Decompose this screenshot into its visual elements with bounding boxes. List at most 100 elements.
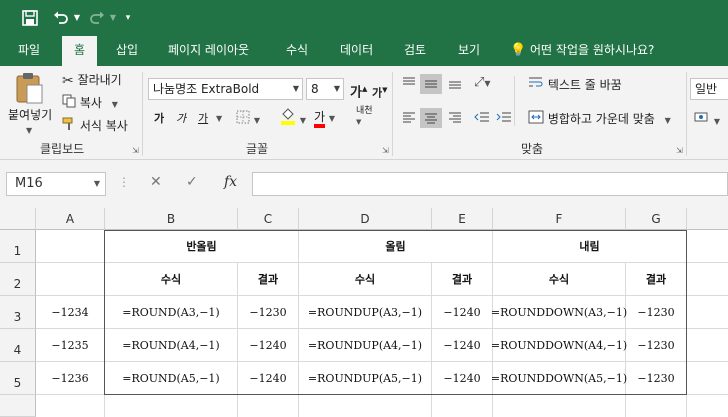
tab-page-layout[interactable]: 페이지 레이아웃 bbox=[168, 36, 249, 66]
cell-e4[interactable]: −1240 bbox=[432, 329, 492, 361]
save-icon[interactable] bbox=[18, 6, 42, 30]
alignment-launcher-icon[interactable]: ⇲ bbox=[676, 146, 683, 155]
cell-d5[interactable]: =ROUNDUP(A5,−1) bbox=[299, 362, 431, 394]
customize-quick-access-icon[interactable]: ▾ bbox=[122, 6, 134, 30]
decrease-indent-button[interactable] bbox=[474, 110, 490, 129]
align-top-button[interactable] bbox=[402, 76, 416, 95]
phonetic-guide-button[interactable]: 내천 ▼ bbox=[356, 106, 382, 128]
insert-function-button[interactable]: fx bbox=[224, 174, 237, 190]
align-right-button[interactable] bbox=[448, 110, 462, 129]
tab-formulas[interactable]: 수식 bbox=[286, 36, 308, 66]
align-bottom-button[interactable] bbox=[448, 76, 462, 95]
fill-color-button[interactable]: ▼ bbox=[280, 108, 306, 131]
tab-file[interactable]: 파일 bbox=[18, 36, 40, 66]
font-size-select[interactable]: 8 ▼ bbox=[306, 78, 344, 100]
name-box[interactable]: M16 ▼ bbox=[6, 172, 106, 196]
phonetic-glyph: 내천 bbox=[356, 106, 373, 116]
cell-f2[interactable]: 수식 bbox=[493, 263, 625, 295]
cell-d2[interactable]: 수식 bbox=[299, 263, 431, 295]
align-middle-button[interactable] bbox=[420, 74, 442, 94]
row-header-6[interactable] bbox=[0, 395, 36, 417]
copy-button[interactable]: 복사 ▼ bbox=[62, 94, 118, 114]
cell-b3[interactable]: =ROUND(A3,−1) bbox=[105, 296, 237, 328]
cell-b5[interactable]: =ROUND(A5,−1) bbox=[105, 362, 237, 394]
increase-indent-button[interactable] bbox=[496, 110, 512, 129]
font-color-button[interactable]: 가 ▼ bbox=[314, 108, 335, 128]
tab-data[interactable]: 데이터 bbox=[340, 36, 373, 66]
shrink-font-button[interactable]: 가▼ bbox=[372, 81, 388, 103]
underline-dropdown-icon[interactable]: ▼ bbox=[216, 110, 222, 128]
row-header-4[interactable]: 4 bbox=[0, 329, 36, 362]
cell-a4[interactable]: −1235 bbox=[36, 329, 104, 361]
font-color-glyph: 가 bbox=[314, 111, 326, 128]
cell-c2[interactable]: 결과 bbox=[238, 263, 298, 295]
undo-icon[interactable] bbox=[50, 6, 72, 30]
formula-input[interactable] bbox=[252, 172, 728, 196]
clipboard-launcher-icon[interactable]: ⇲ bbox=[132, 146, 139, 155]
font-name-select[interactable]: 나눔명조 ExtraBold ▼ bbox=[148, 78, 303, 100]
cell-e5[interactable]: −1240 bbox=[432, 362, 492, 394]
cell-c4[interactable]: −1240 bbox=[238, 329, 298, 361]
cell-c3[interactable]: −1230 bbox=[238, 296, 298, 328]
merge-center-button[interactable]: 병합하고 가운데 맞춤 ▼ bbox=[528, 110, 671, 130]
bold-button[interactable]: 가 bbox=[154, 110, 164, 128]
row-header-1[interactable]: 1 bbox=[0, 230, 36, 263]
row-header-3[interactable]: 3 bbox=[0, 296, 36, 329]
cell-a3[interactable]: −1234 bbox=[36, 296, 104, 328]
cell-f5[interactable]: =ROUNDDOWN(A5,−1) bbox=[491, 362, 627, 394]
tab-review[interactable]: 검토 bbox=[404, 36, 426, 66]
cell-d1-roundup-header[interactable]: 올림 bbox=[299, 230, 492, 262]
format-painter-button[interactable]: 서식 복사 bbox=[62, 117, 128, 136]
cell-e2[interactable]: 결과 bbox=[432, 263, 492, 295]
cell-f4[interactable]: =ROUNDDOWN(A4,−1) bbox=[491, 329, 627, 361]
italic-button[interactable]: 가 bbox=[176, 110, 186, 128]
cell-b4[interactable]: =ROUND(A4,−1) bbox=[105, 329, 237, 361]
cell-d3[interactable]: =ROUNDUP(A3,−1) bbox=[299, 296, 431, 328]
cell-a5[interactable]: −1236 bbox=[36, 362, 104, 394]
cell-b1-round-header[interactable]: 반올림 bbox=[105, 230, 298, 262]
tab-home[interactable]: 홈 bbox=[62, 36, 98, 66]
column-header-d[interactable]: D bbox=[299, 208, 432, 230]
cell-f3[interactable]: =ROUNDDOWN(A3,−1) bbox=[491, 296, 627, 328]
wrap-text-button[interactable]: 텍스트 줄 바꿈 bbox=[528, 76, 622, 95]
cell-b2[interactable]: 수식 bbox=[105, 263, 237, 295]
cut-button[interactable]: ✂ 잘라내기 bbox=[62, 71, 122, 90]
orientation-button[interactable]: ⤢▼ bbox=[474, 74, 491, 93]
accounting-format-button[interactable]: ▼ bbox=[694, 110, 720, 131]
cancel-icon[interactable]: ✕ bbox=[150, 174, 162, 190]
cell-g4[interactable]: −1230 bbox=[626, 329, 686, 361]
grow-font-button[interactable]: 가▲ bbox=[350, 80, 367, 102]
paste-button[interactable]: 붙여넣기 ▼ bbox=[8, 72, 52, 135]
cell-c5[interactable]: −1240 bbox=[238, 362, 298, 394]
redo-icon[interactable] bbox=[86, 6, 108, 30]
column-header-b[interactable]: B bbox=[105, 208, 238, 230]
column-header-c[interactable]: C bbox=[238, 208, 299, 230]
tell-me-search[interactable]: 💡 어떤 작업을 원하시나요? bbox=[510, 36, 654, 66]
tab-view[interactable]: 보기 bbox=[458, 36, 480, 66]
cell-d4[interactable]: =ROUNDUP(A4,−1) bbox=[299, 329, 431, 361]
resize-handle-icon[interactable]: ⋮ bbox=[118, 176, 130, 188]
undo-dropdown-icon[interactable]: ▼ bbox=[72, 6, 82, 30]
align-left-button[interactable] bbox=[402, 110, 416, 129]
column-header-a[interactable]: A bbox=[36, 208, 105, 230]
number-format-select[interactable]: 일반 bbox=[690, 78, 728, 100]
row-header-2[interactable]: 2 bbox=[0, 263, 36, 296]
align-center-button[interactable] bbox=[420, 108, 442, 128]
borders-button[interactable]: ▼ bbox=[236, 110, 260, 130]
underline-button[interactable]: 가 bbox=[198, 110, 208, 128]
cell-g3[interactable]: −1230 bbox=[626, 296, 686, 328]
cell-g5[interactable]: −1230 bbox=[626, 362, 686, 394]
cell-f1-rounddown-header[interactable]: 내림 bbox=[493, 230, 686, 262]
cell-g2[interactable]: 결과 bbox=[626, 263, 686, 295]
row-header-5[interactable]: 5 bbox=[0, 362, 36, 395]
redo-dropdown-icon[interactable]: ▼ bbox=[108, 6, 118, 30]
select-all-corner[interactable] bbox=[0, 208, 36, 230]
tab-insert[interactable]: 삽입 bbox=[116, 36, 138, 66]
column-header-f[interactable]: F bbox=[493, 208, 626, 230]
font-launcher-icon[interactable]: ⇲ bbox=[382, 146, 389, 155]
column-header-g[interactable]: G bbox=[626, 208, 687, 230]
enter-icon[interactable]: ✓ bbox=[186, 174, 198, 190]
column-header-partial[interactable] bbox=[687, 208, 728, 230]
cell-e3[interactable]: −1240 bbox=[432, 296, 492, 328]
column-header-e[interactable]: E bbox=[432, 208, 493, 230]
